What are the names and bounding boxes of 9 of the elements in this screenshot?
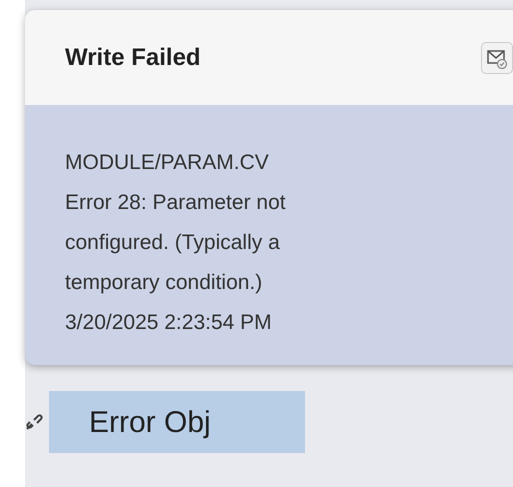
message-line: 3/20/2025 2:23:54 PM bbox=[65, 310, 272, 336]
link-icon bbox=[25, 412, 43, 432]
card-title: Write Failed bbox=[65, 42, 201, 72]
message-line: Error 28: Parameter not bbox=[65, 190, 286, 216]
message-line: configured. (Typically a bbox=[65, 230, 280, 256]
object-label: Error Obj bbox=[49, 391, 305, 453]
message-line: MODULE/PARAM.CV bbox=[65, 150, 269, 176]
mail-button[interactable] bbox=[481, 42, 513, 74]
message-line: temporary condition.) bbox=[65, 270, 262, 296]
